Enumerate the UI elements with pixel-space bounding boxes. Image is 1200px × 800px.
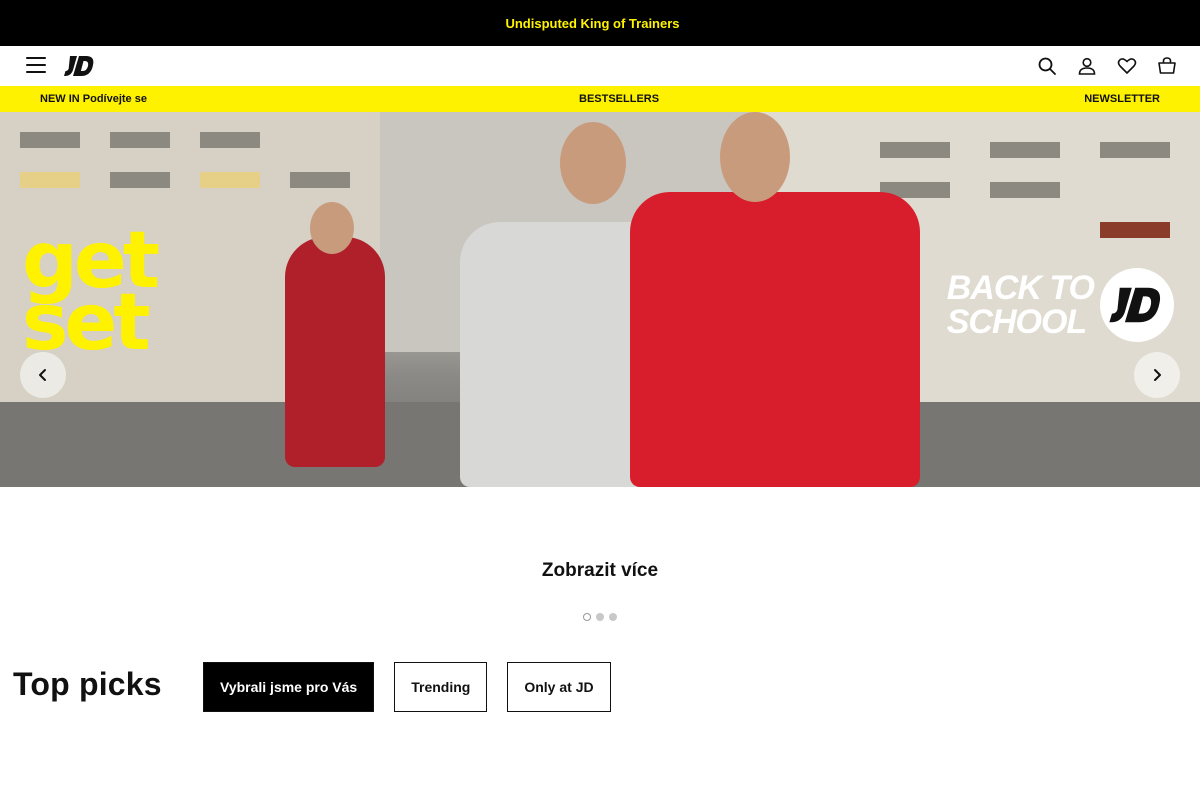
search-icon[interactable] [1036, 54, 1058, 78]
user-icon[interactable] [1076, 54, 1098, 78]
chevron-right-icon [1154, 369, 1161, 381]
carousel-dots [583, 613, 617, 621]
back-to-school-logo: BACK TO SCHOOL [947, 268, 1174, 342]
top-picks-title: Top picks [13, 666, 162, 702]
carousel-dot-2[interactable] [596, 613, 604, 621]
carousel-dot-1[interactable] [583, 613, 591, 621]
menu-icon[interactable] [26, 57, 46, 73]
promo-text[interactable]: Undisputed King of Trainers [505, 16, 679, 31]
usp-bestsellers-link[interactable]: BESTSELLERS [579, 93, 659, 105]
person-red-tracksuit [285, 237, 385, 467]
tab-trending[interactable]: Trending [394, 662, 488, 712]
usp-newsletter-link[interactable]: NEWSLETTER [1084, 93, 1160, 105]
show-more-link[interactable]: Zobrazit více [0, 560, 1200, 582]
tab-vybrali-jsme[interactable]: Vybrali jsme pro Vás [203, 662, 375, 712]
top-picks-tabs: Vybrali jsme pro Vás Trending Only at JD [203, 662, 611, 712]
basket-icon[interactable] [1156, 54, 1178, 78]
promo-bar[interactable]: Undisputed King of Trainers [0, 0, 1200, 46]
header-nav [0, 46, 1200, 86]
jd-logo[interactable] [64, 55, 96, 77]
person-red-hoodie [630, 192, 920, 487]
hero-banner[interactable]: get set BACK TO SCHOOL [0, 112, 1200, 487]
usp-bar: NEW IN Podívejte se BESTSELLERS NEWSLETT… [0, 86, 1200, 112]
carousel-dot-3[interactable] [609, 613, 617, 621]
usp-new-in-link[interactable]: NEW IN Podívejte se [40, 93, 147, 105]
tab-only-at-jd[interactable]: Only at JD [507, 662, 611, 712]
carousel-prev-button[interactable] [20, 352, 66, 398]
hero-headline: get set [22, 216, 160, 368]
carousel-next-button[interactable] [1134, 352, 1180, 398]
jd-badge-logo [1100, 268, 1174, 342]
chevron-left-icon [39, 369, 46, 381]
heart-icon[interactable] [1116, 54, 1138, 78]
